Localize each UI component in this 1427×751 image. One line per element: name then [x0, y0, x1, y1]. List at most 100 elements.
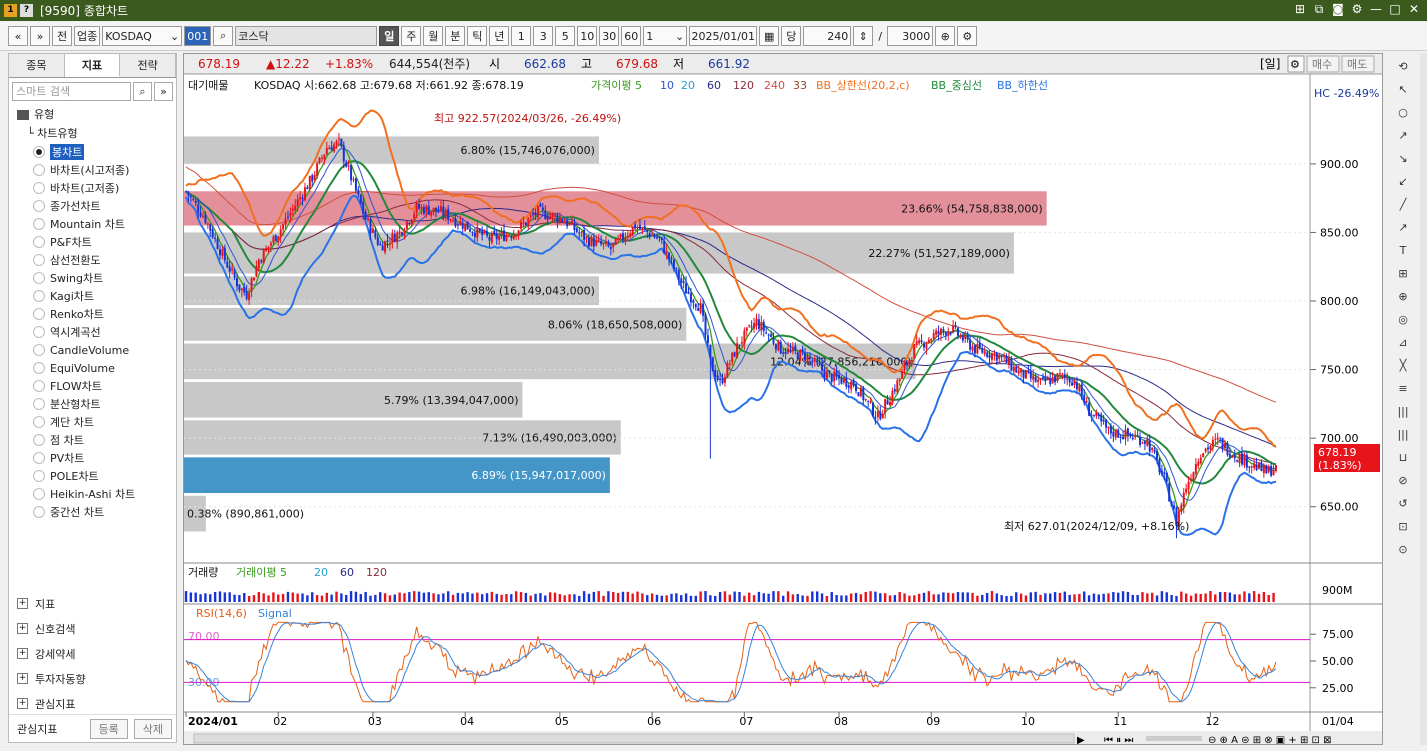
- drawing-tool-icon[interactable]: ↙: [1393, 172, 1413, 191]
- chart-type-item[interactable]: PV차트: [13, 449, 176, 467]
- drawing-tool-icon[interactable]: ╳: [1393, 356, 1413, 375]
- radio-icon[interactable]: [33, 344, 45, 356]
- zoom-icons[interactable]: ⊖ ⊕ A ⊜ ⊞ ⊗ ▣ + ⊞ ⊡ ⊠: [1208, 735, 1332, 745]
- radio-icon[interactable]: [33, 326, 45, 338]
- chart-type-item[interactable]: 봉차트: [13, 143, 176, 161]
- search-icon[interactable]: ⌕: [133, 82, 152, 101]
- chart-type-item[interactable]: EquiVolume: [13, 359, 176, 377]
- expand-plus-icon[interactable]: +: [17, 598, 28, 609]
- expand-icon[interactable]: »: [154, 82, 173, 101]
- chart-type-item[interactable]: Heikin-Ashi 차트: [13, 485, 176, 503]
- date-input[interactable]: 2025/01/01: [689, 26, 758, 46]
- radio-icon[interactable]: [33, 416, 45, 428]
- radio-icon[interactable]: [33, 488, 45, 500]
- count-1[interactable]: 1: [511, 26, 532, 46]
- chart-svg[interactable]: 678.19 ▲12.22 +1.83% 644,554(천주) 시 662.6…: [184, 54, 1383, 745]
- chart-type-item[interactable]: 바차트(시고저종): [13, 161, 176, 179]
- prev-all-button[interactable]: 전: [52, 26, 72, 46]
- radio-icon[interactable]: [33, 290, 45, 302]
- radio-icon[interactable]: [33, 236, 45, 248]
- drawing-tool-icon[interactable]: ⊘: [1393, 471, 1413, 490]
- zoom-slider[interactable]: [1146, 736, 1202, 741]
- count-5[interactable]: 5: [555, 26, 576, 46]
- horizontal-scrollbar[interactable]: [193, 733, 1075, 744]
- drawing-tool-icon[interactable]: ⊿: [1393, 333, 1413, 352]
- drawing-tool-icon[interactable]: ⊕: [1393, 287, 1413, 306]
- close-icon[interactable]: ✕: [1407, 2, 1421, 17]
- register-button[interactable]: 등록: [89, 718, 128, 739]
- expand-plus-icon[interactable]: +: [17, 648, 28, 659]
- radio-icon[interactable]: [33, 452, 45, 464]
- drawing-tool-icon[interactable]: ○: [1393, 103, 1413, 122]
- dropdown-button[interactable]: »: [30, 26, 50, 46]
- drawing-tool-icon[interactable]: ≡: [1393, 379, 1413, 398]
- pin-icon[interactable]: ⊞: [1293, 2, 1307, 17]
- chart-type-item[interactable]: POLE차트: [13, 467, 176, 485]
- period-year[interactable]: 년: [489, 26, 510, 46]
- chart-type-item[interactable]: 점 차트: [13, 431, 176, 449]
- chart-type-item[interactable]: 역시계곡선: [13, 323, 176, 341]
- chart-type-item[interactable]: CandleVolume: [13, 341, 176, 359]
- unit-select[interactable]: 1 ⌄: [643, 26, 688, 46]
- drawing-tool-icon[interactable]: ⊡: [1393, 517, 1413, 536]
- tab-strategy[interactable]: 전략: [120, 54, 177, 77]
- drawing-tool-icon[interactable]: ↗: [1393, 126, 1413, 145]
- radio-icon[interactable]: [33, 146, 45, 158]
- radio-icon[interactable]: [33, 272, 45, 284]
- folder-item[interactable]: + 투자자동향: [9, 666, 176, 691]
- expand-plus-icon[interactable]: +: [17, 673, 28, 684]
- folder-item[interactable]: + 지표: [9, 591, 176, 616]
- subgroup-chart-type[interactable]: └ 차트유형: [13, 125, 176, 143]
- expand-plus-icon[interactable]: +: [17, 698, 28, 709]
- dang-button[interactable]: 당: [781, 26, 802, 46]
- chart-type-item[interactable]: 삼선전환도: [13, 251, 176, 269]
- gear-icon[interactable]: ⚙: [957, 26, 978, 46]
- drawing-tool-icon[interactable]: ↘: [1393, 149, 1413, 168]
- search-icon[interactable]: ⌕: [213, 26, 234, 46]
- drawing-tool-icon[interactable]: ↖: [1393, 80, 1413, 99]
- total-input[interactable]: 3000: [887, 26, 934, 46]
- chart-type-item[interactable]: 분산형차트: [13, 395, 176, 413]
- folder-item[interactable]: + 신호검색: [9, 616, 176, 641]
- drawing-tool-icon[interactable]: ⊙: [1393, 540, 1413, 559]
- period-week[interactable]: 주: [401, 26, 422, 46]
- settings-icon[interactable]: ⚙: [1350, 2, 1364, 17]
- name-field[interactable]: 코스닥: [235, 26, 378, 46]
- chart-type-item[interactable]: Kagi차트: [13, 287, 176, 305]
- group-type[interactable]: 유형: [13, 105, 176, 125]
- drawing-tool-icon[interactable]: ⊔: [1393, 448, 1413, 467]
- delete-button[interactable]: 삭제: [133, 718, 172, 739]
- chart-type-item[interactable]: P&F차트: [13, 233, 176, 251]
- playback-icons[interactable]: ⏮ ⏸ ⏭: [1104, 735, 1133, 745]
- period-day[interactable]: 일: [379, 26, 400, 46]
- chart-type-item[interactable]: 계단 차트: [13, 413, 176, 431]
- drawing-tool-icon[interactable]: |||: [1393, 402, 1413, 421]
- radio-icon[interactable]: [33, 380, 45, 392]
- chart-type-item[interactable]: 중간선 차트: [13, 503, 176, 521]
- drawing-tool-icon[interactable]: ◎: [1393, 310, 1413, 329]
- camera-icon[interactable]: ◙: [1331, 2, 1345, 17]
- drawing-tool-icon[interactable]: ↗: [1393, 218, 1413, 237]
- period-minute[interactable]: 분: [445, 26, 466, 46]
- radio-icon[interactable]: [33, 362, 45, 374]
- chart-area[interactable]: 678.19 ▲12.22 +1.83% 644,554(천주) 시 662.6…: [183, 53, 1383, 745]
- link-icon[interactable]: ⧉: [1312, 2, 1326, 17]
- radio-icon[interactable]: [33, 434, 45, 446]
- maximize-icon[interactable]: □: [1388, 2, 1402, 17]
- right-scrollbar[interactable]: [1420, 53, 1427, 745]
- count-60[interactable]: 60: [621, 26, 642, 46]
- drawing-tool-icon[interactable]: T: [1393, 241, 1413, 260]
- code-select[interactable]: KOSDAQ ⌄: [102, 26, 183, 46]
- tab-indicator[interactable]: 지표: [64, 54, 121, 77]
- period-month[interactable]: 월: [423, 26, 444, 46]
- radio-icon[interactable]: [33, 164, 45, 176]
- drawing-tool-icon[interactable]: ⊞: [1393, 264, 1413, 283]
- code-suffix[interactable]: 001: [184, 26, 212, 46]
- expand-plus-icon[interactable]: +: [17, 623, 28, 634]
- help-icon[interactable]: ?: [20, 4, 33, 17]
- calendar-icon[interactable]: ▦: [759, 26, 780, 46]
- drawing-tool-icon[interactable]: ⟲: [1393, 57, 1413, 76]
- period-tick[interactable]: 틱: [467, 26, 488, 46]
- chart-type-item[interactable]: Swing차트: [13, 269, 176, 287]
- tab-stock[interactable]: 종목: [9, 54, 65, 77]
